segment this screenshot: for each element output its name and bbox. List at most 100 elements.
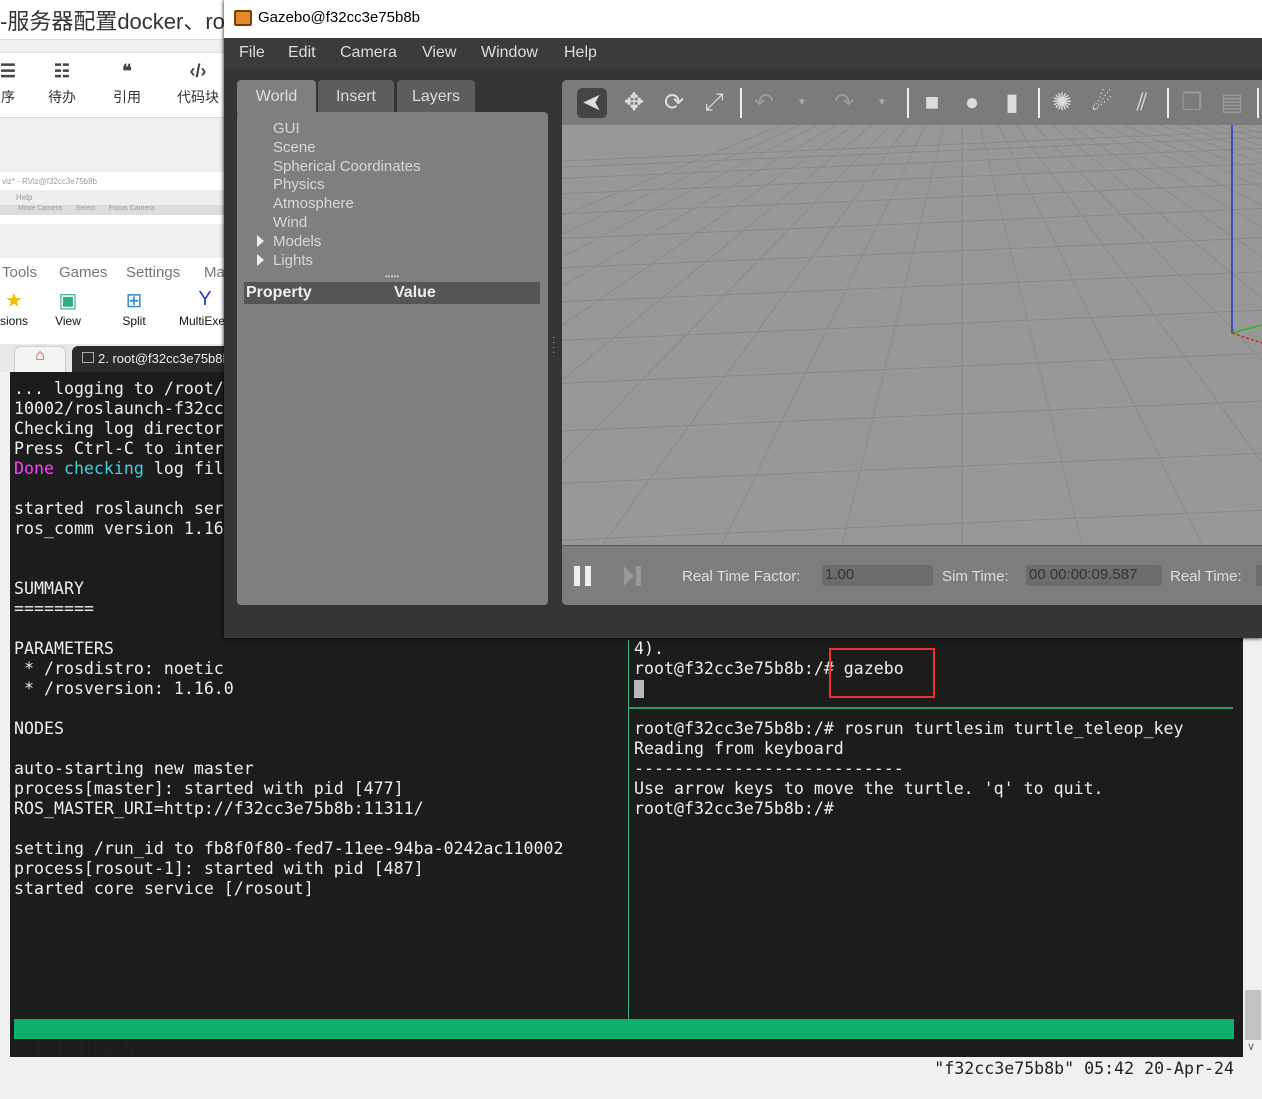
grid-line (562, 208, 1262, 239)
terminal-line: ... logging to /root/ (14, 379, 224, 398)
toolbar-separator (740, 88, 742, 118)
rviz-move-camera[interactable]: Move Camera (18, 205, 62, 212)
tree-item-physics[interactable]: Physics (273, 175, 325, 194)
copy-button[interactable]: ❐ (1177, 88, 1207, 118)
rviz-focus-camera[interactable]: Focus Camera (109, 205, 155, 212)
home-tab[interactable]: ⌂ (14, 346, 66, 372)
grid-line (562, 271, 1262, 303)
view-button[interactable]: ▣ View (38, 288, 98, 328)
cylinder-button[interactable]: ▮ (997, 88, 1027, 118)
tree-item-models[interactable]: Models (273, 232, 321, 251)
menu-camera[interactable]: Camera (340, 44, 397, 62)
dropdown-arrow-icon[interactable]: ▼ (787, 88, 817, 118)
terminal-line: root@f32cc3e75b8b:/# rosrun turtlesim tu… (634, 719, 1184, 738)
tree-item-wind[interactable]: Wind (273, 213, 307, 232)
rotate-button[interactable]: ⟳ (659, 88, 689, 118)
tree-item-lights[interactable]: Lights (273, 251, 313, 270)
real-time-factor-label: Real Time Factor: (682, 568, 801, 585)
highlight-annotation (829, 648, 935, 698)
real-time-factor-value: 1.00 (822, 565, 933, 586)
box-button[interactable]: ■ (917, 88, 947, 118)
gazebo-window: Gazebo@f32cc3e75b8b File Edit Camera Vie… (224, 0, 1262, 638)
grid-line (562, 124, 873, 381)
translate-button[interactable]: ✥ (619, 88, 649, 118)
3d-scene[interactable] (562, 124, 1262, 603)
expand-arrow-icon[interactable] (257, 253, 264, 266)
redo-button[interactable]: ↷ (829, 88, 859, 118)
scale-button[interactable]: ⤢ (699, 88, 729, 118)
pane-divider-horizontal[interactable] (628, 707, 1233, 709)
terminal-line: Checking log director (14, 419, 224, 438)
terminal-line: * /rosdistro: noetic (14, 659, 224, 678)
grid-line (562, 124, 891, 464)
grid-line (562, 309, 1262, 341)
background-window-title: -服务器配置docker、ro (0, 0, 224, 40)
terminal-line: ros_comm version 1.16 (14, 519, 224, 538)
paste-button[interactable]: ▤ (1217, 88, 1247, 118)
directional-light-button[interactable]: ⫽ (1127, 88, 1157, 118)
tree-item-scene[interactable]: Scene (273, 138, 316, 157)
splitter-handle[interactable]: ••••• (385, 272, 399, 281)
checklist-icon: ☷ (53, 61, 71, 81)
grid-line (721, 124, 927, 546)
step-button[interactable] (624, 566, 644, 586)
menu-settings[interactable]: Settings (126, 264, 180, 281)
menu-view[interactable]: View (422, 44, 456, 62)
terminal-line: * /rosversion: 1.16.0 (14, 679, 234, 698)
tab-layers[interactable]: Layers (397, 80, 475, 113)
dropdown-arrow-icon[interactable]: ▼ (867, 88, 897, 118)
editor-toolbar: ☰ 序 ☷ 待办 ❝ 引用 ‹/› 代码块 (0, 52, 224, 118)
rviz-menu-help[interactable]: Help (0, 190, 224, 205)
scroll-down-icon[interactable]: ∨ (1247, 1040, 1255, 1053)
rviz-select[interactable]: Select (76, 205, 95, 212)
menu-tools[interactable]: Tools (2, 264, 37, 281)
terminal-line: 4). (634, 639, 664, 658)
toolbar-quote[interactable]: ❝ 引用 (97, 61, 157, 107)
tree-item-gui[interactable]: GUI (273, 119, 300, 138)
status-window-list[interactable]: [0] 0:bash* (34, 1039, 144, 1058)
expand-arrow-icon[interactable] (257, 234, 264, 247)
grid-line (601, 124, 909, 546)
terminal-tab[interactable]: 2. root@f32cc3e75b8b (72, 346, 224, 372)
rviz-title: viz* - RViz@f32cc3e75b8b (2, 177, 97, 186)
grid-line (562, 183, 1262, 215)
toolbar-code-block[interactable]: ‹/› 代码块 (168, 61, 228, 107)
quote-icon: ❝ (122, 61, 132, 81)
terminal-line: process[rosout-1]: started with pid [487… (14, 859, 424, 878)
menu-edit[interactable]: Edit (288, 44, 316, 62)
select-arrow-button[interactable]: ➤ (577, 88, 607, 118)
3d-viewport: ➤ ✥ ⟳ ⤢ ↶ ↷ ■ ● ▮ ✺ ☄ ⫽ ❐ ▤ ▼ ▼ Real Time Factor: 1.00 … (562, 80, 1262, 605)
ground-grid (562, 124, 1262, 603)
menu-games[interactable]: Games (59, 264, 107, 281)
menu-window[interactable]: Window (481, 44, 538, 62)
toolbar-todo[interactable]: ☷ 待办 (32, 61, 92, 107)
split-icon: ⊞ (125, 290, 143, 312)
menu-help[interactable]: Help (564, 44, 597, 62)
grid-line (1177, 124, 1262, 155)
tree-item-atmosphere[interactable]: Atmosphere (273, 194, 354, 213)
menu-macros[interactable]: Ma (204, 264, 225, 281)
point-light-button[interactable]: ✺ (1047, 88, 1077, 118)
spot-light-button[interactable]: ☄ (1087, 88, 1117, 118)
pause-button[interactable] (574, 566, 594, 586)
grid-line (562, 124, 855, 326)
sphere-button[interactable]: ● (957, 88, 987, 118)
undo-button[interactable]: ↶ (749, 88, 779, 118)
property-header: Property Value (244, 282, 540, 304)
panel-splitter[interactable]: · · · · (552, 333, 555, 358)
grid-line (562, 452, 1262, 484)
view-icon: ▣ (58, 290, 78, 312)
pane-divider-vertical[interactable] (628, 640, 629, 1020)
scrollbar-thumb[interactable] (1245, 990, 1261, 1040)
terminal-line: started roslaunch ser (14, 499, 224, 518)
tab-insert[interactable]: Insert (318, 80, 394, 113)
tree-item-spherical-coordinates[interactable]: Spherical Coordinates (273, 157, 421, 176)
terminal-line: setting /run_id to fb8f0f80-fed7-11ee-94… (14, 839, 564, 858)
menu-file[interactable]: File (239, 44, 265, 62)
viewport-toolbar: ➤ ✥ ⟳ ⤢ ↶ ↷ ■ ● ▮ ✺ ☄ ⫽ ❐ ▤ ▼ ▼ (562, 80, 1262, 125)
tab-world[interactable]: World (237, 80, 316, 113)
toolbar-separator (1167, 88, 1169, 118)
terminal-icon (82, 352, 94, 363)
terminal-line: auto-starting new master (14, 759, 254, 778)
split-button[interactable]: ⊞ Split (104, 288, 164, 328)
